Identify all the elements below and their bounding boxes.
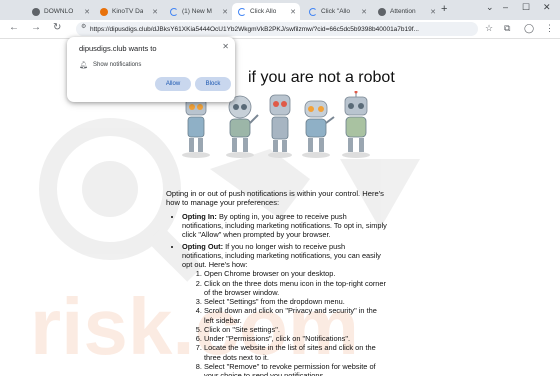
browser-tab[interactable]: KinoTV Da ✕ (94, 3, 162, 20)
step-item: Click on "Site settings". (204, 325, 388, 334)
tab-close-icon[interactable]: ✕ (84, 8, 90, 16)
step-item: Select "Settings" from the dropdown menu… (204, 297, 388, 306)
maximize-icon[interactable]: ☐ (522, 2, 530, 13)
tab-label: Click "Allo (321, 8, 351, 15)
tab-search-icon[interactable]: ⌄ (486, 2, 494, 13)
step-item: Select "Remove" to revoke permission for… (204, 362, 388, 376)
generic-icon (32, 7, 40, 16)
loading-icon (309, 7, 317, 16)
step-item: Open Chrome browser on your desktop. (204, 269, 388, 278)
block-button[interactable]: Block (195, 77, 231, 91)
opt-in-item: Opting In: By opting in, you agree to re… (182, 212, 388, 240)
url-text: https://dipusdigs.club/dJBksY61XKia5444O… (90, 25, 419, 33)
tab-label: Attention (390, 8, 416, 15)
browser-tab[interactable]: Attention ✕ (372, 3, 440, 20)
close-window-icon[interactable]: ✕ (543, 2, 551, 13)
step-item: Under "Permissions", click on "Notificat… (204, 334, 388, 343)
page-headline: if you are not a robot (248, 69, 395, 86)
close-icon[interactable]: ✕ (222, 42, 229, 51)
back-icon[interactable]: ← (9, 22, 19, 33)
site-info-icon[interactable]: ⚙ (81, 23, 86, 30)
intro-text: Opting in or out of push notifications i… (166, 189, 384, 208)
kino-icon (100, 7, 108, 16)
opt-out-label: Opting Out: (182, 241, 224, 251)
step-item: Locate the website in the list of sites … (204, 343, 388, 362)
loading-icon (170, 7, 178, 16)
tab-close-icon[interactable]: ✕ (222, 8, 228, 16)
opt-out-item: Opting Out: If you no longer wish to rec… (182, 242, 388, 376)
notification-permission-popup: dipusdigs.club wants to ✕ 🔔︎ Show notifi… (67, 37, 235, 102)
permission-text: Show notifications (93, 62, 142, 68)
step-item: Scroll down and click on "Privacy and se… (204, 306, 388, 325)
popup-title: dipusdigs.club wants to (79, 44, 157, 53)
new-tab-button[interactable]: + (441, 3, 447, 15)
allow-button[interactable]: Allow (155, 77, 191, 91)
robot-3 (268, 94, 292, 158)
loading-icon (238, 7, 246, 16)
tab-close-icon[interactable]: ✕ (152, 8, 158, 16)
globe-icon (378, 7, 386, 16)
tab-label: KinoTV Da (112, 8, 144, 15)
browser-tab[interactable]: Click "Allo ✕ (303, 3, 371, 20)
browser-tab[interactable]: (1) New M ✕ (164, 3, 232, 20)
bookmark-star-icon[interactable]: ☆ (485, 23, 493, 34)
browser-tab[interactable]: Click Allo ✕ (232, 3, 300, 20)
tab-close-icon[interactable]: ✕ (430, 8, 436, 16)
step-item: Click on the three dots menu icon in the… (204, 279, 388, 298)
reload-icon[interactable]: ↻ (53, 22, 61, 33)
minimize-icon[interactable]: – (503, 2, 508, 12)
tab-label: DOWNLO (44, 8, 74, 15)
opt-in-label: Opting In: (182, 211, 217, 221)
tab-strip: DOWNLO ✕ KinoTV Da ✕ (1) New M ✕ Click Allo ✕ Cl… (0, 0, 560, 20)
extensions-icon[interactable]: ⧉ (504, 23, 510, 34)
address-bar[interactable]: https://dipusdigs.club/dJBksY61XKia5444O… (76, 22, 478, 36)
bell-icon: 🔔︎ (79, 62, 88, 69)
tab-close-icon[interactable]: ✕ (290, 8, 296, 16)
steps-list: Open Chrome browser on your desktop. Cli… (204, 269, 388, 376)
browser-toolbar: ← → ↻ https://dipusdigs.club/dJBksY61XKi… (0, 20, 560, 38)
profile-icon[interactable]: ◯ (524, 23, 534, 34)
tab-label: Click Allo (250, 8, 277, 15)
robot-2 (226, 95, 259, 158)
tab-label: (1) New M (182, 8, 212, 15)
opt-list: Opting In: By opting in, you agree to re… (182, 212, 388, 376)
forward-icon[interactable]: → (31, 22, 41, 33)
tab-close-icon[interactable]: ✕ (361, 8, 367, 16)
instructions-content: Opting in or out of push notifications i… (166, 189, 388, 376)
menu-dots-icon[interactable]: ⋮ (545, 23, 554, 34)
browser-tab[interactable]: DOWNLO ✕ (26, 3, 94, 20)
robot-4 (302, 100, 335, 158)
robot-5 (342, 91, 370, 158)
